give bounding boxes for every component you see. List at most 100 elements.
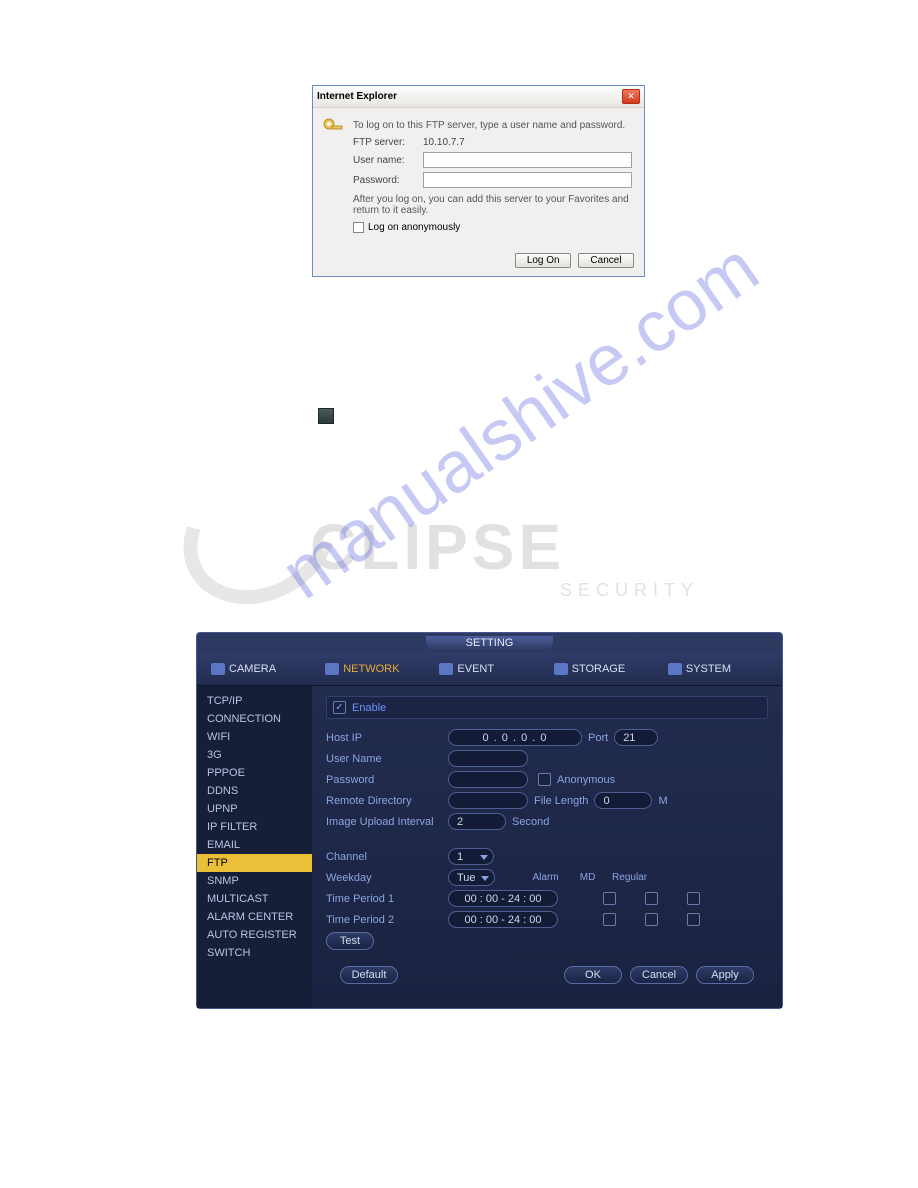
tp2-md-checkbox[interactable] — [645, 913, 658, 926]
default-button[interactable]: Default — [340, 966, 398, 984]
imgupload-unit: Second — [512, 816, 549, 828]
anonymous-label: Anonymous — [557, 774, 615, 786]
col-regular: Regular — [609, 872, 651, 883]
password-label: Password — [326, 774, 448, 786]
system-icon — [668, 663, 682, 675]
weekday-select[interactable]: Tue — [448, 869, 495, 886]
channel-label: Channel — [326, 851, 448, 863]
ie-ftp-login-dialog: Internet Explorer ✕ To log on to this FT… — [312, 85, 645, 277]
ie-title: Internet Explorer — [317, 91, 397, 102]
key-icon — [321, 116, 345, 140]
nav-event-label: EVENT — [457, 663, 494, 675]
col-alarm: Alarm — [525, 872, 567, 883]
col-md: MD — [567, 872, 609, 883]
ie-anonymous-checkbox[interactable] — [353, 222, 364, 233]
remotedir-label: Remote Directory — [326, 795, 448, 807]
tp2-input[interactable]: 00 : 00 - 24 : 00 — [448, 911, 558, 928]
watermark-logo: CLIPSE SECURITY — [180, 470, 800, 620]
sidebar-item-switch[interactable]: SWITCH — [197, 944, 312, 962]
nav-network-label: NETWORK — [343, 663, 399, 675]
sidebar-item-upnp[interactable]: UPNP — [197, 800, 312, 818]
sidebar-item-snmp[interactable]: SNMP — [197, 872, 312, 890]
tp2-label: Time Period 2 — [326, 914, 448, 926]
hostip-input[interactable]: 0 . 0 . 0 . 0 — [448, 729, 582, 746]
dvr-top-nav: CAMERA NETWORK EVENT STORAGE SYSTEM — [197, 653, 782, 686]
ie-titlebar[interactable]: Internet Explorer ✕ — [313, 86, 644, 108]
dvr-sidebar: TCP/IP CONNECTION WIFI 3G PPPOE DDNS UPN… — [197, 686, 312, 1008]
sidebar-item-pppoe[interactable]: PPPOE — [197, 764, 312, 782]
ie-logon-button[interactable]: Log On — [515, 253, 571, 268]
password-input[interactable] — [448, 771, 528, 788]
username-label: User Name — [326, 753, 448, 765]
sidebar-item-3g[interactable]: 3G — [197, 746, 312, 764]
sidebar-item-alarmcenter[interactable]: ALARM CENTER — [197, 908, 312, 926]
sidebar-item-email[interactable]: EMAIL — [197, 836, 312, 854]
tp1-alarm-checkbox[interactable] — [603, 892, 616, 905]
remotedir-input[interactable] — [448, 792, 528, 809]
sidebar-item-ftp[interactable]: FTP — [197, 854, 312, 872]
ie-instruction-text: To log on to this FTP server, type a use… — [353, 120, 632, 131]
dvr-main-pane: Enable Host IP 0 . 0 . 0 . 0 Port 21 Use… — [312, 686, 782, 1008]
imgupload-input[interactable]: 2 — [448, 813, 506, 830]
network-icon — [325, 663, 339, 675]
enable-checkbox[interactable] — [333, 701, 346, 714]
ie-cancel-button[interactable]: Cancel — [578, 253, 634, 268]
ie-username-input[interactable] — [423, 152, 632, 168]
nav-event[interactable]: EVENT — [435, 661, 543, 677]
ie-username-label: User name: — [353, 155, 423, 166]
ie-password-label: Password: — [353, 175, 423, 186]
close-icon[interactable]: ✕ — [622, 89, 640, 104]
sidebar-item-multicast[interactable]: MULTICAST — [197, 890, 312, 908]
weekday-label: Weekday — [326, 872, 448, 884]
dvr-setting-panel: SETTING CAMERA NETWORK EVENT STORAGE SYS… — [196, 632, 783, 1009]
sidebar-item-wifi[interactable]: WIFI — [197, 728, 312, 746]
sidebar-item-ddns[interactable]: DDNS — [197, 782, 312, 800]
nav-storage[interactable]: STORAGE — [550, 661, 658, 677]
sidebar-item-connection[interactable]: CONNECTION — [197, 710, 312, 728]
sidebar-item-ipfilter[interactable]: IP FILTER — [197, 818, 312, 836]
filelength-label: File Length — [534, 795, 588, 807]
watermark-brand: CLIPSE — [310, 510, 565, 584]
unknown-small-icon — [318, 408, 334, 424]
sidebar-item-tcpip[interactable]: TCP/IP — [197, 692, 312, 710]
cancel-button[interactable]: Cancel — [630, 966, 688, 984]
storage-icon — [554, 663, 568, 675]
ftp-server-label: FTP server: — [353, 137, 423, 148]
ie-password-input[interactable] — [423, 172, 632, 188]
username-input[interactable] — [448, 750, 528, 767]
nav-network[interactable]: NETWORK — [321, 661, 429, 677]
nav-camera-label: CAMERA — [229, 663, 276, 675]
apply-button[interactable]: Apply — [696, 966, 754, 984]
nav-system[interactable]: SYSTEM — [664, 661, 772, 677]
imgupload-label: Image Upload Interval — [326, 816, 448, 828]
filelength-unit: M — [658, 795, 667, 807]
tp1-label: Time Period 1 — [326, 893, 448, 905]
filelength-input[interactable]: 0 — [594, 792, 652, 809]
tp2-regular-checkbox[interactable] — [687, 913, 700, 926]
port-label: Port — [588, 732, 608, 744]
watermark-sub: SECURITY — [560, 580, 699, 601]
nav-camera[interactable]: CAMERA — [207, 661, 315, 677]
hostip-label: Host IP — [326, 732, 448, 744]
port-input[interactable]: 21 — [614, 729, 658, 746]
tp1-input[interactable]: 00 : 00 - 24 : 00 — [448, 890, 558, 907]
ie-anonymous-label: Log on anonymously — [368, 222, 460, 233]
sidebar-item-autoregister[interactable]: AUTO REGISTER — [197, 926, 312, 944]
test-button[interactable]: Test — [326, 932, 374, 950]
tp1-regular-checkbox[interactable] — [687, 892, 700, 905]
event-icon — [439, 663, 453, 675]
dvr-title-text: SETTING — [426, 636, 554, 650]
ok-button[interactable]: OK — [564, 966, 622, 984]
watermark-url: manualshive.com — [267, 227, 773, 616]
enable-row: Enable — [326, 696, 768, 719]
camera-icon — [211, 663, 225, 675]
enable-label: Enable — [352, 702, 386, 714]
tp2-alarm-checkbox[interactable] — [603, 913, 616, 926]
ftp-server-value: 10.10.7.7 — [423, 137, 465, 148]
anonymous-checkbox[interactable] — [538, 773, 551, 786]
nav-system-label: SYSTEM — [686, 663, 731, 675]
nav-storage-label: STORAGE — [572, 663, 626, 675]
tp1-md-checkbox[interactable] — [645, 892, 658, 905]
channel-select[interactable]: 1 — [448, 848, 494, 865]
ie-hint-text: After you log on, you can add this serve… — [353, 194, 632, 216]
